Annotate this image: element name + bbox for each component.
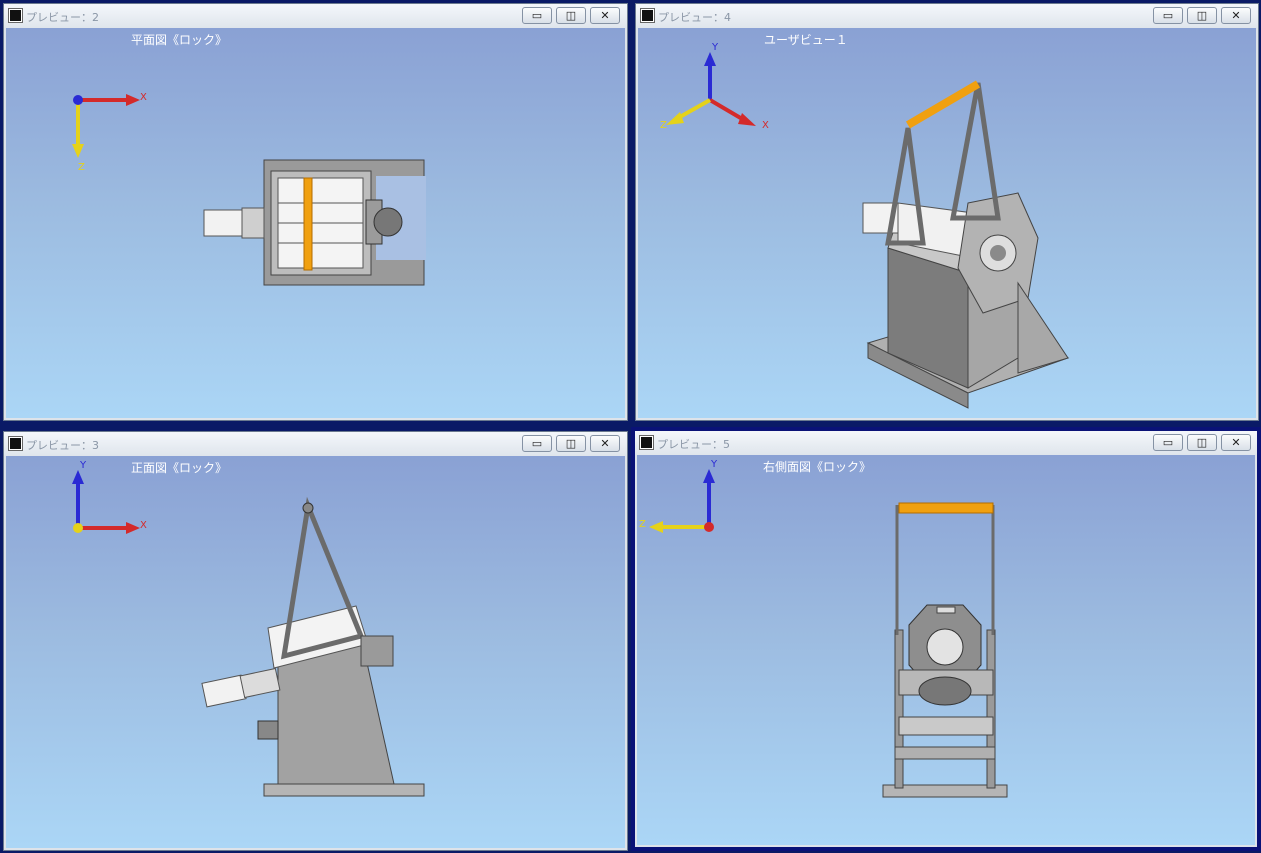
axis-y-label: Y	[710, 459, 718, 470]
model-iso-view	[862, 80, 1070, 409]
axis-triad: Y X Z	[660, 42, 769, 131]
preview-window-4[interactable]: プレビュー：4 ▭ ◫ ✕ ユーザビュー１ Y X Z	[635, 3, 1259, 421]
maximize-icon: ◫	[565, 9, 577, 22]
close-button[interactable]: ✕	[1221, 7, 1251, 24]
close-button[interactable]: ✕	[590, 435, 620, 452]
maximize-button[interactable]: ◫	[1187, 434, 1217, 451]
preview-window-5[interactable]: プレビュー：5 ▭ ◫ ✕ 右側面図《ロック》 Y Z	[631, 427, 1261, 851]
axis-x-label: X	[762, 120, 769, 131]
viewport[interactable]: 右側面図《ロック》 Y Z	[637, 455, 1255, 845]
title-bar[interactable]: プレビュー：2 ▭ ◫ ✕	[4, 4, 627, 28]
minimize-icon: ▭	[1162, 436, 1174, 449]
maximize-icon: ◫	[1196, 9, 1208, 22]
model-front-view	[201, 496, 425, 797]
axis-triad: Y X	[72, 460, 147, 534]
axis-z-label: Z	[660, 120, 667, 131]
close-icon: ✕	[1231, 9, 1241, 22]
close-icon: ✕	[600, 437, 610, 450]
window-title: プレビュー：3	[26, 439, 99, 452]
close-icon: ✕	[600, 9, 610, 22]
close-button[interactable]: ✕	[1221, 434, 1251, 451]
preview-window-2[interactable]: プレビュー：2 ▭ ◫ ✕ 平面図《ロック》 X Z	[3, 3, 628, 421]
axis-z-label: Z	[639, 519, 646, 530]
viewport[interactable]: 正面図《ロック》 Y X	[6, 456, 625, 848]
axis-x-label: X	[140, 520, 147, 531]
minimize-button[interactable]: ▭	[522, 435, 552, 452]
minimize-button[interactable]: ▭	[1153, 434, 1183, 451]
title-bar[interactable]: プレビュー：3 ▭ ◫ ✕	[4, 432, 627, 456]
maximize-button[interactable]: ◫	[556, 7, 586, 24]
viewport[interactable]: 平面図《ロック》 X Z	[6, 28, 625, 418]
minimize-icon: ▭	[531, 9, 543, 22]
model-top-view	[203, 159, 426, 286]
title-bar[interactable]: プレビュー：5 ▭ ◫ ✕	[635, 431, 1257, 455]
viewport[interactable]: ユーザビュー１ Y X Z	[638, 28, 1256, 418]
window-icon[interactable]	[641, 9, 654, 22]
maximize-button[interactable]: ◫	[556, 435, 586, 452]
window-icon[interactable]	[640, 436, 653, 449]
close-button[interactable]: ✕	[590, 7, 620, 24]
axis-y-label: Y	[711, 42, 719, 53]
preview-window-3[interactable]: プレビュー：3 ▭ ◫ ✕ 正面図《ロック》 Y X	[3, 431, 628, 851]
window-title: プレビュー：4	[658, 11, 731, 24]
close-icon: ✕	[1231, 436, 1241, 449]
window-title: プレビュー：2	[26, 11, 99, 24]
minimize-button[interactable]: ▭	[1153, 7, 1183, 24]
axis-x-label: X	[140, 92, 147, 103]
model-side-view	[882, 502, 1008, 798]
maximize-icon: ◫	[1196, 436, 1208, 449]
minimize-icon: ▭	[531, 437, 543, 450]
maximize-button[interactable]: ◫	[1187, 7, 1217, 24]
window-title: プレビュー：5	[657, 438, 730, 451]
viewport-canvas: Y X Z	[660, 42, 1070, 409]
minimize-icon: ▭	[1162, 9, 1174, 22]
axis-z-label: Z	[78, 162, 85, 173]
window-icon[interactable]	[9, 437, 22, 450]
window-icon[interactable]	[9, 9, 22, 22]
axis-triad: X Z	[72, 92, 147, 173]
title-bar[interactable]: プレビュー：4 ▭ ◫ ✕	[636, 4, 1258, 28]
maximize-icon: ◫	[565, 437, 577, 450]
viewport-canvas: Y Z	[639, 459, 1008, 798]
viewport-canvas: Y X	[72, 460, 425, 797]
axis-triad: Y Z	[639, 459, 718, 533]
viewport-canvas: X Z	[72, 92, 426, 286]
minimize-button[interactable]: ▭	[522, 7, 552, 24]
axis-y-label: Y	[79, 460, 87, 471]
